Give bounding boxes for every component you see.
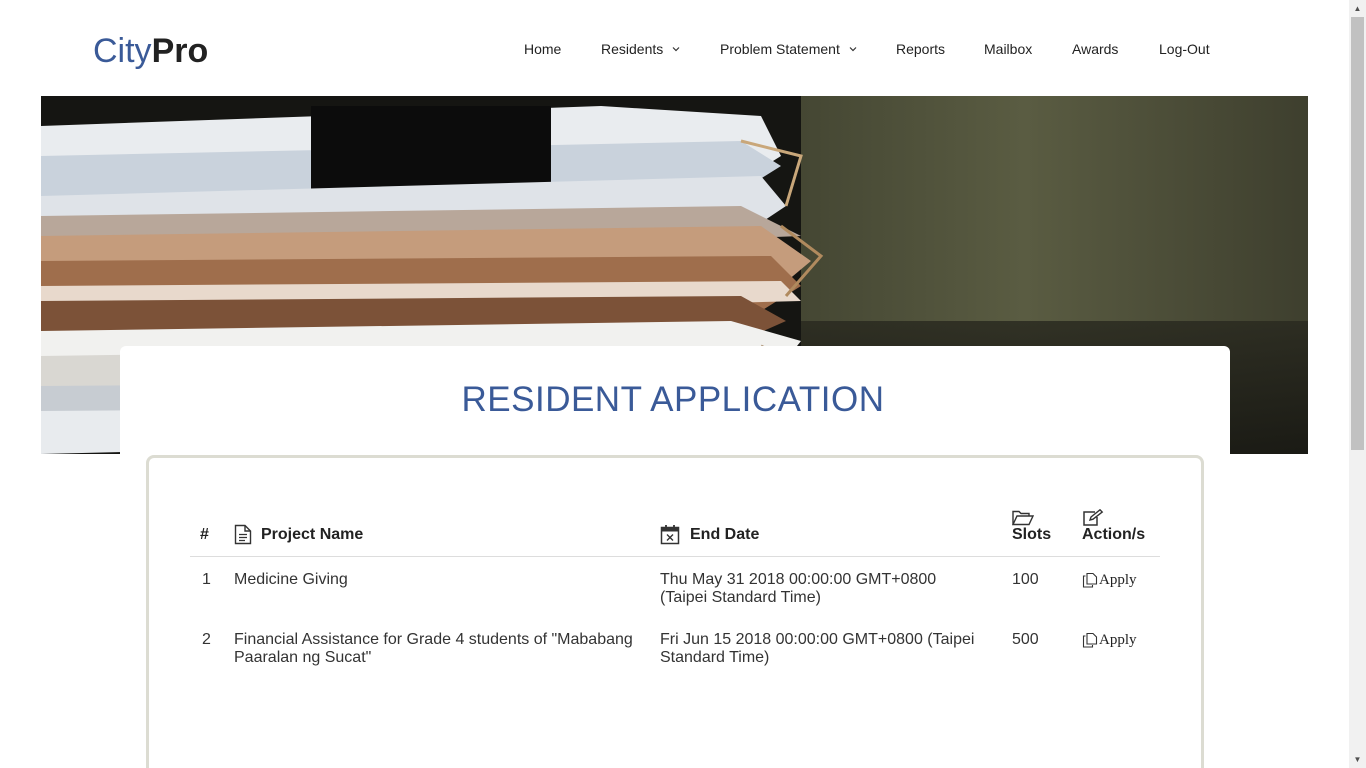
brand-logo[interactable]: CityPro xyxy=(93,31,208,71)
nav-residents[interactable]: Residents xyxy=(601,41,681,57)
project-name: Financial Assistance for Grade 4 student… xyxy=(234,631,633,667)
calendar-x-icon xyxy=(660,525,680,545)
scrollbar-thumb[interactable] xyxy=(1351,17,1364,450)
table-row: 2 Financial Assistance for Grade 4 stude… xyxy=(190,617,1160,677)
copy-icon xyxy=(1082,632,1098,648)
document-icon xyxy=(234,524,252,545)
applications-table: # Project Name End Date Slots Action/s 1 xyxy=(190,505,1160,677)
chevron-down-icon xyxy=(672,47,680,52)
brand-pro: Pro xyxy=(151,32,209,70)
header-project-name: Project Name xyxy=(261,526,364,543)
end-date-line2: Standard Time) xyxy=(660,649,770,666)
slots-value: 500 xyxy=(1012,631,1039,648)
copy-icon xyxy=(1082,572,1098,588)
slots-value: 100 xyxy=(1012,571,1039,588)
header-number: # xyxy=(200,526,209,543)
scroll-up-arrow-icon[interactable]: ▲ xyxy=(1349,0,1366,17)
header-end-date: End Date xyxy=(690,526,760,543)
end-date: Thu May 31 2018 00:00:00 GMT+0800 (Taipe… xyxy=(660,571,936,607)
nav-reports[interactable]: Reports xyxy=(896,41,945,57)
end-date-line2: (Taipei Standard Time) xyxy=(660,589,821,606)
end-date-line1: Fri Jun 15 2018 00:00:00 GMT+0800 (Taipe… xyxy=(660,631,975,648)
table-header-row: # Project Name End Date Slots Action/s xyxy=(190,505,1160,557)
folder-open-icon xyxy=(1012,510,1034,526)
end-date-line1: Thu May 31 2018 00:00:00 GMT+0800 xyxy=(660,571,937,588)
header-action: Action/s xyxy=(1082,526,1146,543)
table-row: 1 Medicine Giving Thu May 31 2018 00:00:… xyxy=(190,557,1160,617)
navbar: CityPro Home Residents Problem Statement… xyxy=(0,0,1350,96)
chevron-down-icon xyxy=(849,47,857,52)
scroll-down-arrow-icon[interactable]: ▼ xyxy=(1349,751,1366,768)
project-name: Medicine Giving xyxy=(234,571,348,589)
nav-mailbox[interactable]: Mailbox xyxy=(984,41,1032,57)
project-name-line1: Financial Assistance for Grade 4 student… xyxy=(234,631,633,648)
nav-awards[interactable]: Awards xyxy=(1072,41,1118,57)
nav-problem-statement[interactable]: Problem Statement xyxy=(720,41,858,57)
apply-label: Apply xyxy=(1099,572,1137,588)
row-number: 1 xyxy=(202,571,211,588)
row-number: 2 xyxy=(202,631,211,648)
page-title: RESIDENT APPLICATION xyxy=(461,380,885,419)
page-scrollbar[interactable]: ▲ ▼ xyxy=(1349,0,1366,768)
edit-icon xyxy=(1083,509,1104,526)
project-name-line2: Paaralan ng Sucat" xyxy=(234,649,372,666)
apply-button[interactable]: Apply xyxy=(1082,571,1137,589)
apply-button[interactable]: Apply xyxy=(1082,631,1137,649)
nav-logout[interactable]: Log-Out xyxy=(1159,41,1210,57)
project-name-line1: Medicine Giving xyxy=(234,571,348,588)
header-slots: Slots xyxy=(1012,526,1052,543)
end-date: Fri Jun 15 2018 00:00:00 GMT+0800 (Taipe… xyxy=(660,631,974,667)
nav-home[interactable]: Home xyxy=(524,41,561,57)
brand-city: City xyxy=(93,32,152,70)
apply-label: Apply xyxy=(1099,632,1137,648)
